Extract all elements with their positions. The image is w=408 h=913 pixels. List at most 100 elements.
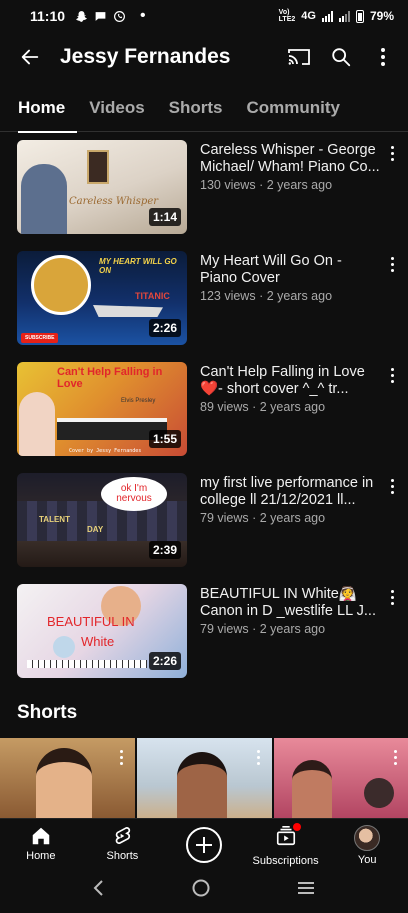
- channel-title: Jessy Fernandes: [60, 45, 231, 68]
- shorts-icon: [116, 827, 131, 845]
- search-icon: [332, 48, 351, 67]
- back-arrow-icon: [21, 49, 39, 65]
- thumbnail-text-2: TALENT: [39, 515, 70, 524]
- video-item[interactable]: MY HEART WILL GO ON TITANIC SUBSCRIBE 2:…: [0, 243, 408, 354]
- nav-subscriptions-label: Subscriptions: [252, 855, 319, 867]
- thumbnail-person: [21, 164, 67, 234]
- video-item[interactable]: Careless Whisper 1:14 Careless Whisper -…: [0, 132, 408, 243]
- nav-you-label: You: [357, 854, 377, 866]
- avatar: [354, 825, 381, 851]
- video-item[interactable]: BEAUTIFUL IN White 2:26 BEAUTIFUL IN Whi…: [0, 576, 408, 687]
- nav-home-label: Home: [26, 850, 56, 862]
- battery-icon: [355, 9, 364, 23]
- short-more-button[interactable]: [252, 748, 264, 766]
- more-options-button[interactable]: [362, 36, 404, 78]
- tab-shorts[interactable]: Shorts: [157, 84, 235, 132]
- system-back-button[interactable]: [92, 879, 106, 902]
- circle-home-icon: [192, 879, 210, 897]
- video-more-button[interactable]: [386, 255, 398, 273]
- video-title[interactable]: my first live performance in college ll …: [200, 475, 380, 509]
- cast-icon: [288, 49, 310, 65]
- signal-icon: [321, 10, 333, 22]
- short-more-button[interactable]: [115, 748, 127, 766]
- video-title[interactable]: Can't Help Falling in Love❤️- short cove…: [200, 364, 380, 398]
- tab-home[interactable]: Home: [0, 84, 78, 133]
- thumbnail-person: [19, 392, 55, 456]
- more-vert-icon: [381, 48, 385, 66]
- tab-community[interactable]: Community: [235, 84, 353, 132]
- short-item[interactable]: [0, 738, 135, 818]
- signal-icon-2: [338, 10, 350, 22]
- nav-you[interactable]: You: [326, 819, 408, 868]
- nav-home[interactable]: Home: [0, 819, 82, 868]
- network-type: 4G: [301, 10, 316, 22]
- cast-button[interactable]: [278, 36, 320, 78]
- video-title[interactable]: Careless Whisper - George Michael/ Wham!…: [200, 142, 380, 176]
- thumbnail-text-3: DAY: [87, 525, 104, 534]
- thumbnail-text: ok I'm nervous: [116, 483, 152, 504]
- video-stats: 123 views · 2 years ago: [200, 289, 333, 303]
- status-dot: •: [140, 7, 146, 24]
- thumbnail-teddy: [53, 636, 75, 658]
- thumbnail-text-2: White: [81, 634, 115, 649]
- channel-header: Jessy Fernandes: [0, 32, 408, 82]
- video-thumbnail[interactable]: TALENT DAY ok I'm nervous 2:39: [17, 473, 187, 567]
- volte-label: Vo) LTE2: [278, 9, 296, 23]
- video-thumbnail[interactable]: MY HEART WILL GO ON TITANIC SUBSCRIBE 2:…: [17, 251, 187, 345]
- video-list: Careless Whisper 1:14 Careless Whisper -…: [0, 132, 408, 687]
- nav-subscriptions[interactable]: Subscriptions: [245, 819, 327, 868]
- video-title[interactable]: My Heart Will Go On - Piano Cover: [200, 253, 380, 287]
- video-more-button[interactable]: [386, 477, 398, 495]
- status-bar: 11:10 • Vo) LTE2 4G 79%: [0, 0, 408, 32]
- video-more-button[interactable]: [386, 366, 398, 384]
- short-more-button[interactable]: [389, 748, 401, 766]
- video-item[interactable]: TALENT DAY ok I'm nervous 2:39 my first …: [0, 465, 408, 576]
- system-recents-button[interactable]: [296, 880, 316, 901]
- video-more-button[interactable]: [386, 144, 398, 162]
- video-meta: Careless Whisper - George Michael/ Wham!…: [200, 140, 380, 243]
- thumbnail-poster: [87, 150, 109, 184]
- chat-bubble-icon: [95, 11, 106, 21]
- video-meta: BEAUTIFUL IN White👰 Canon in D _westlife…: [200, 584, 380, 687]
- short-item[interactable]: [137, 738, 272, 818]
- thumbnail-text: BEAUTIFUL IN: [47, 614, 135, 629]
- video-stats: 89 views · 2 years ago: [200, 400, 326, 414]
- video-more-button[interactable]: [386, 588, 398, 606]
- video-stats: 79 views · 2 years ago: [200, 511, 326, 525]
- search-button[interactable]: [320, 36, 362, 78]
- video-duration: 2:26: [148, 319, 181, 337]
- video-duration: 2:39: [148, 541, 181, 559]
- thumbnail-keyboard: [27, 660, 147, 668]
- nav-create[interactable]: [163, 819, 245, 868]
- video-duration: 1:55: [148, 430, 181, 448]
- short-face: [177, 752, 227, 818]
- system-home-button[interactable]: [191, 878, 211, 903]
- video-duration: 2:26: [148, 652, 181, 670]
- video-stats: 79 views · 2 years ago: [200, 622, 326, 636]
- short-face: [36, 748, 92, 818]
- video-meta: my first live performance in college ll …: [200, 473, 380, 576]
- thumbnail-text-2: TITANIC: [135, 291, 170, 301]
- battery-level: 79%: [369, 9, 394, 23]
- video-meta: My Heart Will Go On - Piano Cover 123 vi…: [200, 251, 380, 354]
- thumbnail-credit: Cover by Jessy Fernandes: [69, 448, 142, 454]
- video-title[interactable]: BEAUTIFUL IN White👰 Canon in D _westlife…: [200, 586, 380, 620]
- status-right: Vo) LTE2 4G 79%: [279, 9, 394, 23]
- status-notification-icons: •: [75, 7, 146, 24]
- tab-videos[interactable]: Videos: [77, 84, 156, 132]
- video-meta: Can't Help Falling in Love❤️- short cove…: [200, 362, 380, 465]
- back-button[interactable]: [0, 32, 60, 82]
- shorts-section-title: Shorts: [17, 702, 78, 723]
- video-thumbnail[interactable]: Can't Help Falling in Love Elvis Presley…: [17, 362, 187, 456]
- video-thumbnail[interactable]: Careless Whisper 1:14: [17, 140, 187, 234]
- snapchat-icon: [76, 10, 87, 22]
- subscriptions-icon-wrap: [275, 823, 301, 852]
- thumbnail-speech-bubble: ok I'm nervous: [101, 477, 167, 511]
- nav-shorts[interactable]: Shorts: [82, 819, 164, 868]
- short-face: [292, 760, 332, 818]
- chevron-left-icon: [93, 880, 104, 896]
- short-item[interactable]: [274, 738, 408, 818]
- home-icon: [32, 827, 50, 845]
- video-item[interactable]: Can't Help Falling in Love Elvis Presley…: [0, 354, 408, 465]
- video-thumbnail[interactable]: BEAUTIFUL IN White 2:26: [17, 584, 187, 678]
